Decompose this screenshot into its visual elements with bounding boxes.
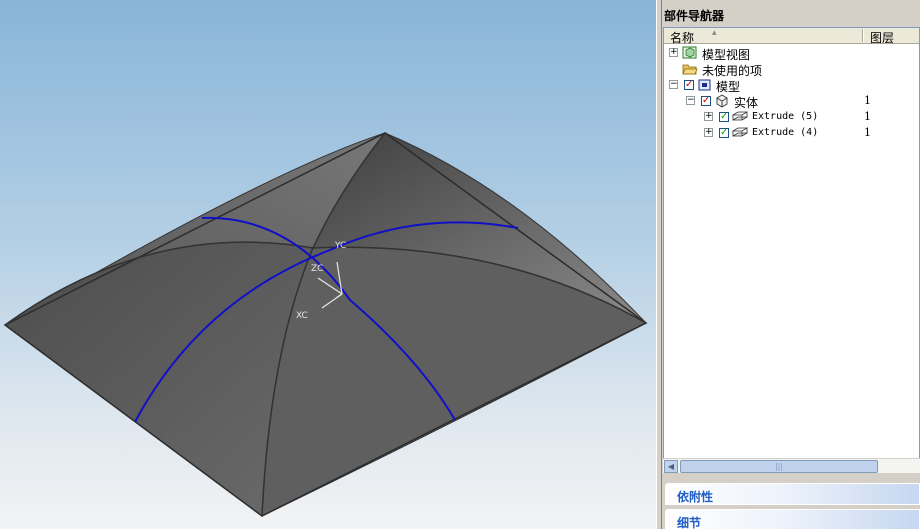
expand-icon[interactable]: + — [704, 128, 713, 137]
axis-label-yc: YC — [334, 241, 346, 251]
visibility-checkbox[interactable]: ✓ — [719, 112, 729, 122]
layer-value: 1 — [864, 110, 871, 123]
tree-item-unused[interactable]: 未使用的项 — [664, 61, 919, 78]
pyramid-model[interactable]: YC ZC XC — [0, 0, 656, 529]
axis-label-xc: XC — [296, 311, 308, 321]
visibility-checkbox[interactable]: ✓ — [719, 128, 729, 138]
extrude-icon — [732, 127, 748, 137]
tree-item-model-views[interactable]: + 模型视图 — [664, 45, 919, 62]
collapse-icon[interactable]: − — [686, 96, 695, 105]
tree-item-label: Extrude (5) — [752, 111, 819, 122]
model-icon — [698, 79, 711, 91]
section-details[interactable]: 细节 — [665, 509, 920, 529]
visibility-checkbox[interactable]: ✓ — [684, 80, 694, 90]
tree-item-solid-body[interactable]: − ✓ 实体 1 — [664, 93, 919, 110]
solid-body-icon — [716, 94, 728, 108]
column-divider[interactable] — [862, 29, 864, 42]
sort-arrow-icon: ▴ — [712, 28, 717, 38]
scroll-thumb[interactable]: ||| — [680, 460, 878, 473]
layer-value: 1 — [864, 126, 871, 139]
extrude-icon — [732, 111, 748, 121]
expand-icon[interactable]: + — [704, 112, 713, 121]
section-dependencies[interactable]: 依附性 — [665, 483, 920, 505]
open-folder-icon — [682, 64, 698, 75]
tree-item-model[interactable]: − ✓ 模型 — [664, 77, 919, 94]
tree-item-extrude-5[interactable]: + ✓ Extrude (5) 1 — [664, 109, 919, 125]
scroll-left-icon[interactable]: ◀ — [664, 460, 678, 473]
column-layer-header[interactable]: 图层 — [870, 29, 894, 46]
column-name-header[interactable]: 名称 — [670, 29, 694, 46]
layer-value: 1 — [864, 94, 871, 107]
section-dependencies-label: 依附性 — [677, 490, 714, 504]
column-header: 名称 ▴ 图层 — [664, 28, 919, 46]
section-details-label: 细节 — [677, 516, 702, 529]
tree-item-label: Extrude (4) — [752, 127, 819, 138]
graphics-viewport[interactable]: YC ZC XC — [0, 0, 656, 529]
visibility-checkbox[interactable]: ✓ — [701, 96, 711, 106]
navigator-title: 部件导航器 — [664, 9, 725, 23]
axis-label-zc: ZC — [311, 264, 323, 274]
tree-item-extrude-4[interactable]: + ✓ Extrude (4) 1 — [664, 125, 919, 141]
expand-icon[interactable]: + — [669, 48, 678, 57]
model-views-icon — [682, 46, 697, 59]
navigator-tree[interactable]: 名称 ▴ 图层 + 模型视图 未使用的项 − ✓ 模型 − ✓ 实体 1 + ✓… — [663, 27, 920, 473]
part-navigator: 部件导航器 名称 ▴ 图层 + 模型视图 未使用的项 − ✓ 模型 − ✓ 实体… — [662, 0, 920, 529]
horizontal-scrollbar[interactable]: ◀ ||| — [663, 458, 920, 473]
collapse-icon[interactable]: − — [669, 80, 678, 89]
